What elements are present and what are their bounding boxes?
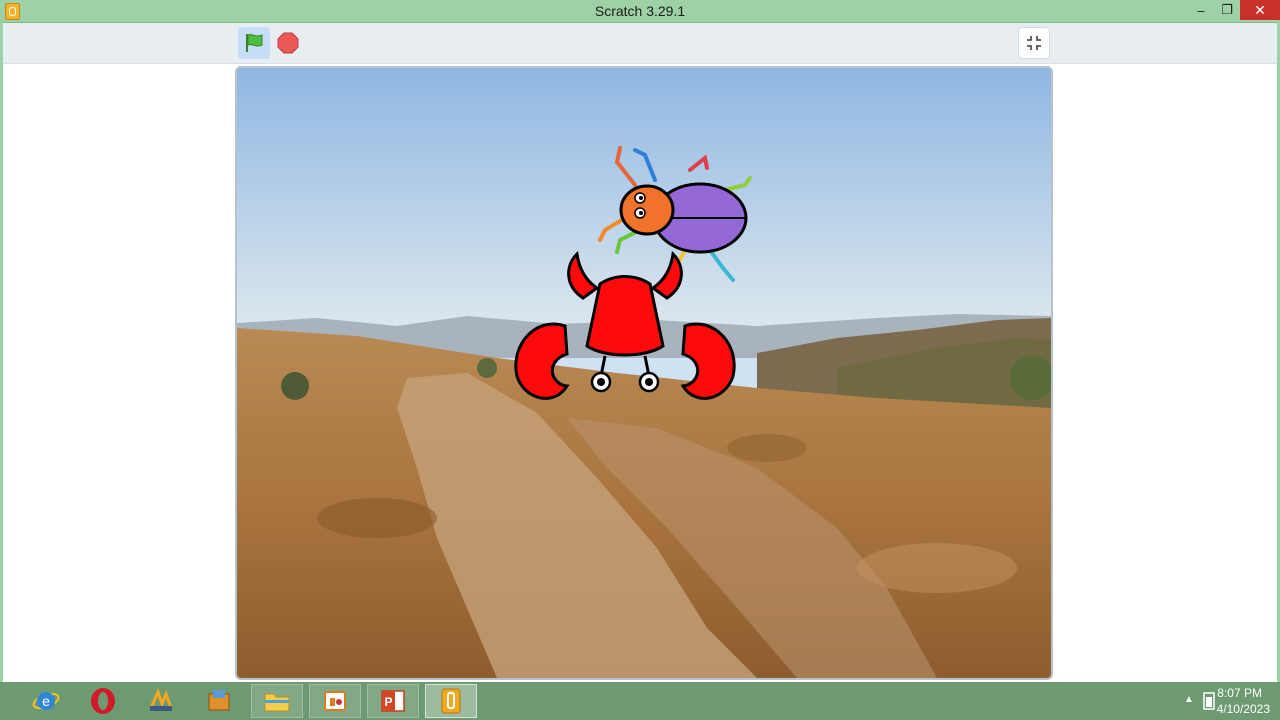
- scratch-app-icon[interactable]: [5, 3, 20, 20]
- close-icon: ✕: [1254, 1, 1266, 18]
- crab-sprite[interactable]: [505, 246, 745, 406]
- restore-icon: ❐: [1221, 2, 1233, 17]
- player-controls-bar: [3, 23, 1277, 64]
- taskbar-powerpoint[interactable]: P: [367, 684, 419, 718]
- taskbar-media-player[interactable]: [309, 684, 361, 718]
- green-flag-button[interactable]: [238, 27, 270, 59]
- scratch-icon: [441, 688, 461, 714]
- taskbar-file-explorer[interactable]: [251, 684, 303, 718]
- media-player-icon: [324, 691, 346, 711]
- svg-text:P: P: [384, 695, 392, 709]
- window-title-bar[interactable]: Scratch 3.29.1 – ❐ ✕: [0, 0, 1280, 23]
- windows-taskbar: e P ▲ 8:07 PM 4/10/2023: [0, 682, 1280, 720]
- restore-button[interactable]: ❐: [1212, 0, 1242, 20]
- system-tray: ▲ 8:07 PM 4/10/2023: [1150, 682, 1280, 720]
- installer-icon: [208, 690, 230, 711]
- stage[interactable]: [235, 66, 1053, 680]
- show-hidden-icons-icon[interactable]: ▲: [1184, 694, 1194, 705]
- powerpoint-icon: P: [381, 690, 405, 712]
- file-explorer-icon: [264, 693, 290, 712]
- opera-icon: [91, 688, 115, 714]
- internet-explorer-icon: e: [32, 692, 60, 710]
- taskbar-installer[interactable]: [193, 684, 245, 718]
- taskbar-internet-explorer[interactable]: e: [20, 684, 72, 718]
- clock-time[interactable]: 8:07 PM: [1217, 686, 1262, 700]
- green-flag-icon: [246, 34, 263, 52]
- stop-icon: [277, 32, 299, 54]
- window-border-left: [0, 22, 3, 682]
- minimize-icon: –: [1197, 2, 1205, 18]
- close-button[interactable]: ✕: [1240, 0, 1280, 20]
- power-plug-icon[interactable]: [1202, 691, 1216, 711]
- window-title: Scratch 3.29.1: [594, 3, 686, 19]
- exit-fullscreen-icon: [1027, 36, 1041, 50]
- svg-text:e: e: [42, 693, 50, 709]
- taskbar-scratch[interactable]: [425, 684, 477, 718]
- winamp-icon: [149, 687, 173, 711]
- clock-date[interactable]: 4/10/2023: [1217, 702, 1270, 716]
- stop-button[interactable]: [272, 27, 304, 59]
- taskbar-winamp[interactable]: [135, 684, 187, 718]
- exit-fullscreen-button[interactable]: [1018, 27, 1050, 59]
- taskbar-opera[interactable]: [77, 684, 129, 718]
